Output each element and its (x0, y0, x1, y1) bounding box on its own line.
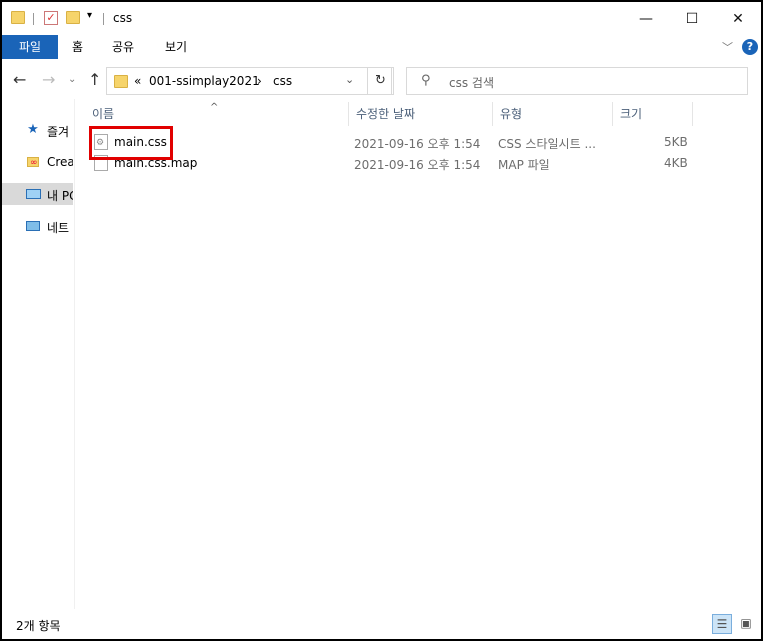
file-modified: 2021-09-16 오후 1:54 (354, 158, 481, 172)
breadcrumb-item[interactable]: 001-ssimplay2021 (149, 74, 260, 88)
search-placeholder: css 검색 (449, 76, 494, 90)
new-folder-icon[interactable] (66, 11, 80, 24)
address-bar[interactable]: « 001-ssimplay2021 › css ⌄ (106, 67, 392, 95)
window-title: css (113, 11, 133, 25)
folder-icon (11, 11, 25, 24)
tab-home[interactable]: 홈 (60, 35, 95, 59)
recent-locations-icon[interactable]: ⌄ (68, 74, 76, 85)
file-row[interactable]: main.css.map 2021-09-16 오후 1:54 MAP 파일 4… (90, 153, 690, 174)
file-size: 5KB (664, 135, 688, 149)
column-header-size[interactable]: 크기 (614, 102, 692, 126)
minimize-button[interactable]: — (623, 2, 669, 35)
address-overflow[interactable]: « (134, 74, 141, 88)
column-headers: 이름 ^ 수정한 날짜 유형 크기 (86, 102, 706, 126)
star-icon: ★ (27, 122, 39, 137)
breadcrumb-item[interactable]: css (273, 74, 292, 88)
creative-cloud-icon: ∞ (25, 154, 41, 170)
file-type: MAP 파일 (498, 158, 550, 172)
expand-ribbon-icon[interactable]: ﹀ (722, 39, 733, 55)
customize-toolbar-icon[interactable]: ▾ (87, 10, 92, 21)
large-icons-view-icon[interactable]: ▣ (736, 614, 756, 634)
column-divider[interactable] (348, 102, 349, 126)
close-button[interactable]: ✕ (715, 2, 761, 35)
network-icon (25, 218, 41, 234)
column-header-modified[interactable]: 수정한 날짜 (350, 102, 492, 126)
column-divider[interactable] (692, 102, 693, 126)
details-view-icon[interactable]: ☰ (712, 614, 732, 634)
explorer-window: ✓ ▾ css — ☐ ✕ 파일 홈 공유 보기 ﹀ ? ← → ⌄ ↑ « 0… (2, 2, 761, 639)
sidebar-item-quick-access[interactable]: ★ 즐겨 (2, 119, 73, 141)
sidebar-item-label: 즐겨 (47, 125, 70, 139)
column-divider[interactable] (492, 102, 493, 126)
sidebar-item-label: Creat (47, 155, 73, 169)
sidebar-item-network[interactable]: 네트 (2, 215, 73, 237)
pane-divider (74, 99, 75, 609)
tab-share[interactable]: 공유 (100, 35, 146, 59)
navigation-bar: ← → ⌄ ↑ « 001-ssimplay2021 › css ⌄ ↻ ⚲ c… (2, 59, 761, 99)
column-divider[interactable] (612, 102, 613, 126)
divider (33, 13, 34, 25)
search-icon: ⚲ (421, 73, 431, 88)
divider (103, 13, 104, 25)
status-bar: 2개 항목 ☰ ▣ (2, 609, 761, 639)
file-size: 4KB (664, 156, 688, 170)
file-type: CSS 스타일시트 ... (498, 137, 596, 151)
sidebar-item-label: 네트 (47, 221, 70, 235)
sidebar-item-label: 내 PC (47, 189, 73, 203)
help-icon[interactable]: ? (742, 39, 758, 55)
forward-icon[interactable]: → (42, 70, 55, 89)
maximize-button[interactable]: ☐ (669, 2, 715, 35)
file-modified: 2021-09-16 오후 1:54 (354, 137, 481, 151)
up-icon[interactable]: ↑ (88, 70, 101, 89)
sidebar-item-creative-cloud[interactable]: ∞ Creat (2, 151, 73, 173)
folder-icon (114, 75, 128, 88)
back-icon[interactable]: ← (13, 70, 26, 89)
tab-view[interactable]: 보기 (153, 35, 199, 59)
tab-file[interactable]: 파일 (2, 35, 58, 59)
properties-icon[interactable]: ✓ (44, 11, 58, 25)
title-bar: ✓ ▾ css — ☐ ✕ (2, 2, 761, 35)
highlight-annotation (89, 126, 173, 160)
address-dropdown-icon[interactable]: ⌄ (345, 73, 354, 86)
item-count: 2개 항목 (16, 619, 61, 633)
search-box[interactable]: ⚲ css 검색 (406, 67, 748, 95)
column-header-type[interactable]: 유형 (494, 102, 612, 126)
refresh-button[interactable]: ↻ (367, 67, 394, 95)
breadcrumb-separator[interactable]: › (257, 74, 262, 88)
file-row[interactable]: ⚙ main.css 2021-09-16 오후 1:54 CSS 스타일시트 … (90, 132, 690, 153)
navigation-pane: ★ 즐겨 ∞ Creat 내 PC 네트 (2, 99, 73, 609)
sort-ascending-icon: ^ (210, 102, 219, 113)
computer-icon (25, 186, 41, 202)
sidebar-item-this-pc[interactable]: 내 PC (2, 183, 73, 205)
ribbon-tabs: 파일 홈 공유 보기 ﹀ ? (2, 35, 761, 59)
